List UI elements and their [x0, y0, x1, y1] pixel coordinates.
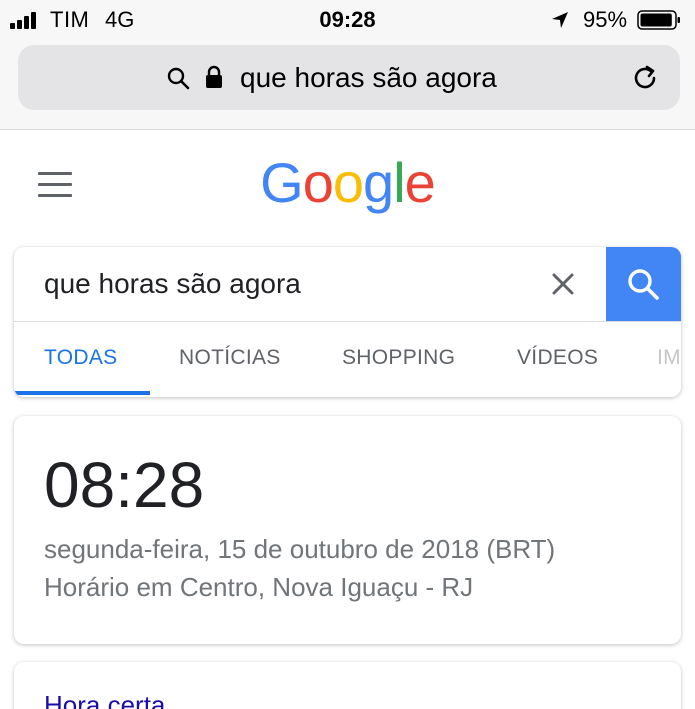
google-logo-letter: e — [404, 151, 436, 214]
clear-icon[interactable] — [550, 271, 576, 297]
result-card: Hora certa — [14, 662, 681, 709]
current-time: 08:28 — [44, 449, 205, 521]
lock-icon — [206, 65, 222, 88]
tab-todas[interactable]: TODAS — [44, 346, 117, 370]
google-logo-letter: G — [260, 151, 304, 214]
tab-videos[interactable]: VÍDEOS — [517, 346, 598, 370]
search-tabs: TODAS NOTÍCIAS SHOPPING VÍDEOS IM — [14, 322, 681, 397]
battery-percentage: 95% — [583, 7, 628, 32]
search-button[interactable] — [606, 247, 681, 321]
tab-shopping[interactable]: SHOPPING — [342, 346, 455, 370]
battery-icon — [637, 10, 680, 30]
tab-imagens[interactable]: IM — [657, 346, 681, 370]
google-logo[interactable]: Google — [0, 150, 695, 215]
url-text: que horas são agora — [240, 62, 497, 93]
address-bar[interactable]: que horas são agora — [18, 45, 680, 110]
search-input[interactable] — [14, 247, 606, 321]
result-title-link[interactable]: Hora certa — [44, 690, 165, 709]
browser-toolbar: que horas são agora — [0, 40, 695, 130]
search-icon — [628, 269, 659, 300]
time-result-card: 08:28 segunda-feira, 15 de outubro de 20… — [14, 416, 681, 644]
reload-icon[interactable] — [630, 63, 660, 93]
current-date: segunda-feira, 15 de outubro de 2018 (BR… — [44, 534, 556, 564]
search-icon — [167, 67, 190, 90]
screen: TIM 4G 09:28 95% que horas são agora Goo… — [0, 0, 695, 709]
location-arrow-icon — [552, 12, 568, 28]
active-tab-indicator — [14, 391, 150, 395]
status-bar: TIM 4G 09:28 95% — [0, 0, 695, 40]
google-logo-letter: o — [332, 151, 364, 214]
google-logo-letter: l — [393, 151, 405, 214]
google-logo-letter: g — [363, 151, 394, 214]
time-location: Horário em Centro, Nova Iguaçu - RJ — [44, 572, 474, 602]
search-card: TODAS NOTÍCIAS SHOPPING VÍDEOS IM — [14, 247, 681, 397]
tab-noticias[interactable]: NOTÍCIAS — [179, 346, 281, 370]
google-logo-letter: o — [302, 151, 334, 214]
